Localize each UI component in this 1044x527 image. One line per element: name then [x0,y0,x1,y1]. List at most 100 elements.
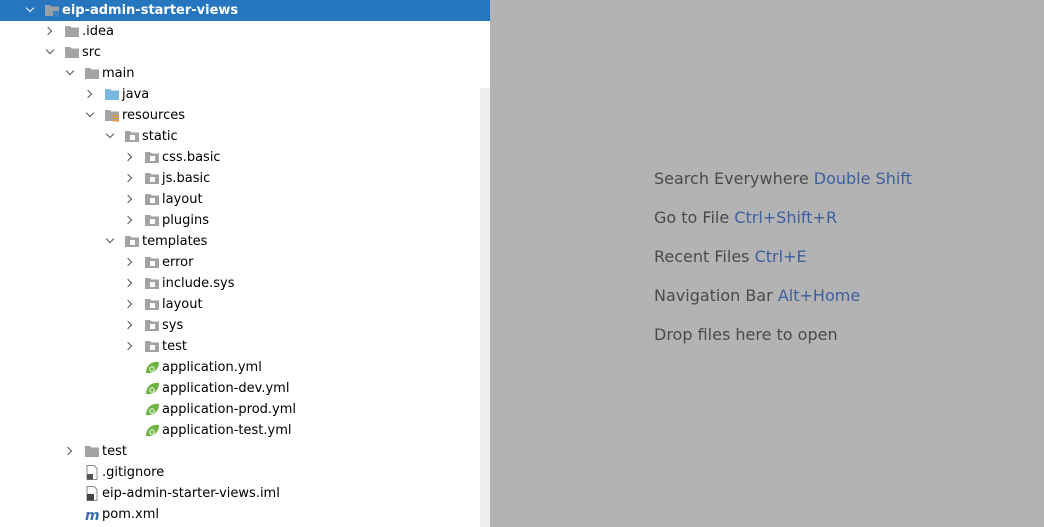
tree-item[interactable]: js.basic [0,168,490,189]
tree-item[interactable]: application-prod.yml [0,399,490,420]
source-folder-icon [104,87,120,102]
package-folder-icon [144,255,160,270]
package-folder-icon [144,150,160,165]
package-folder-icon [124,234,140,249]
hint-text: Navigation Bar [654,286,773,305]
chevron-down-icon[interactable] [64,63,78,84]
tree-item-label: css.basic [162,150,221,165]
tree-item-label: templates [142,234,208,249]
chevron-right-icon[interactable] [124,252,138,273]
editor-hint: Navigation Bar Alt+Home [654,286,860,305]
tree-item-label: include.sys [162,276,235,291]
tree-item[interactable]: include.sys [0,273,490,294]
package-folder-icon [144,297,160,312]
folder-icon [84,444,100,459]
tree-item[interactable]: eip-admin-starter-views [0,0,490,21]
chevron-right-icon[interactable] [124,168,138,189]
folder-icon [64,45,80,60]
tree-item[interactable]: static [0,126,490,147]
tree-item-label: test [102,444,127,459]
hint-text: Search Everywhere [654,169,809,188]
hint-shortcut: Double Shift [813,169,912,188]
tree-item[interactable]: src [0,42,490,63]
hint-text: Drop files here to open [654,325,838,344]
tree-item-label: js.basic [162,171,211,186]
package-folder-icon [144,192,160,207]
spring-yml-icon [144,381,160,396]
chevron-right-icon[interactable] [84,84,98,105]
hint-text: Go to File [654,208,730,227]
tree-item[interactable]: .gitignore [0,462,490,483]
folder-icon [84,66,100,81]
tree-item-label: java [122,87,150,102]
chevron-right-icon[interactable] [124,273,138,294]
tree-item[interactable]: layout [0,294,490,315]
hint-shortcut: Ctrl+E [754,247,807,266]
spring-yml-icon [144,423,160,438]
tree-item[interactable]: m pom.xml [0,504,490,525]
editor-empty-area[interactable]: Search Everywhere Double Shift Go to File… [490,0,1044,527]
tree-item-label: eip-admin-starter-views [62,3,239,18]
maven-pom-icon: m [84,507,100,524]
tree-item-label: .gitignore [102,465,165,480]
chevron-right-icon[interactable] [124,336,138,357]
editor-hint: Recent Files Ctrl+E [654,247,807,266]
tree-item-label: src [82,45,101,60]
chevron-down-icon[interactable] [24,0,38,21]
iml-file-icon [84,486,100,501]
tree-item[interactable]: test [0,441,490,462]
hint-shortcut: Ctrl+Shift+R [734,208,838,227]
tree-item[interactable]: resources [0,105,490,126]
tree-item[interactable]: css.basic [0,147,490,168]
tree-item[interactable]: application-test.yml [0,420,490,441]
hint-shortcut: Alt+Home [777,286,861,305]
tree-item-label: pom.xml [102,507,159,522]
tree-item[interactable]: plugins [0,210,490,231]
tree-item-label: application.yml [162,360,262,375]
tree-item-label: application-prod.yml [162,402,297,417]
chevron-right-icon[interactable] [124,147,138,168]
tree-scrollbar[interactable] [480,88,490,527]
tree-item[interactable]: templates [0,231,490,252]
chevron-right-icon[interactable] [124,189,138,210]
chevron-down-icon[interactable] [44,42,58,63]
package-folder-icon [144,171,160,186]
tree-item[interactable]: main [0,63,490,84]
chevron-down-icon[interactable] [104,126,118,147]
package-folder-icon [144,276,160,291]
tree-item[interactable]: application-dev.yml [0,378,490,399]
tree-item-label: static [142,129,178,144]
tree-item[interactable]: sys [0,315,490,336]
package-folder-icon [144,318,160,333]
tree-item-label: plugins [162,213,209,228]
chevron-right-icon[interactable] [124,210,138,231]
tree-item[interactable]: application.yml [0,357,490,378]
spring-yml-icon [144,402,160,417]
resources-folder-icon [104,108,120,123]
chevron-down-icon[interactable] [104,231,118,252]
editor-hint: Go to File Ctrl+Shift+R [654,208,837,227]
project-tree-panel[interactable]: eip-admin-starter-views .idea src main java r… [0,0,490,527]
tree-item-label: .idea [82,24,114,39]
tree-item[interactable]: test [0,336,490,357]
chevron-right-icon[interactable] [44,21,58,42]
chevron-down-icon[interactable] [84,105,98,126]
tree-item[interactable]: layout [0,189,490,210]
package-folder-icon [124,129,140,144]
tree-item[interactable]: error [0,252,490,273]
tree-item-label: application-dev.yml [162,381,290,396]
folder-icon [64,24,80,39]
module-folder-icon [44,3,60,18]
spring-yml-icon [144,360,160,375]
svg-text:m: m [85,508,100,522]
editor-hint: Search Everywhere Double Shift [654,169,912,188]
chevron-right-icon[interactable] [124,315,138,336]
chevron-right-icon[interactable] [124,294,138,315]
tree-item[interactable]: eip-admin-starter-views.iml [0,483,490,504]
chevron-right-icon[interactable] [64,441,78,462]
tree-item[interactable]: .idea [0,21,490,42]
tree-item[interactable]: java [0,84,490,105]
tree-item-label: main [102,66,135,81]
tree-item-label: eip-admin-starter-views.iml [102,486,280,501]
tree-item-label: layout [162,297,203,312]
